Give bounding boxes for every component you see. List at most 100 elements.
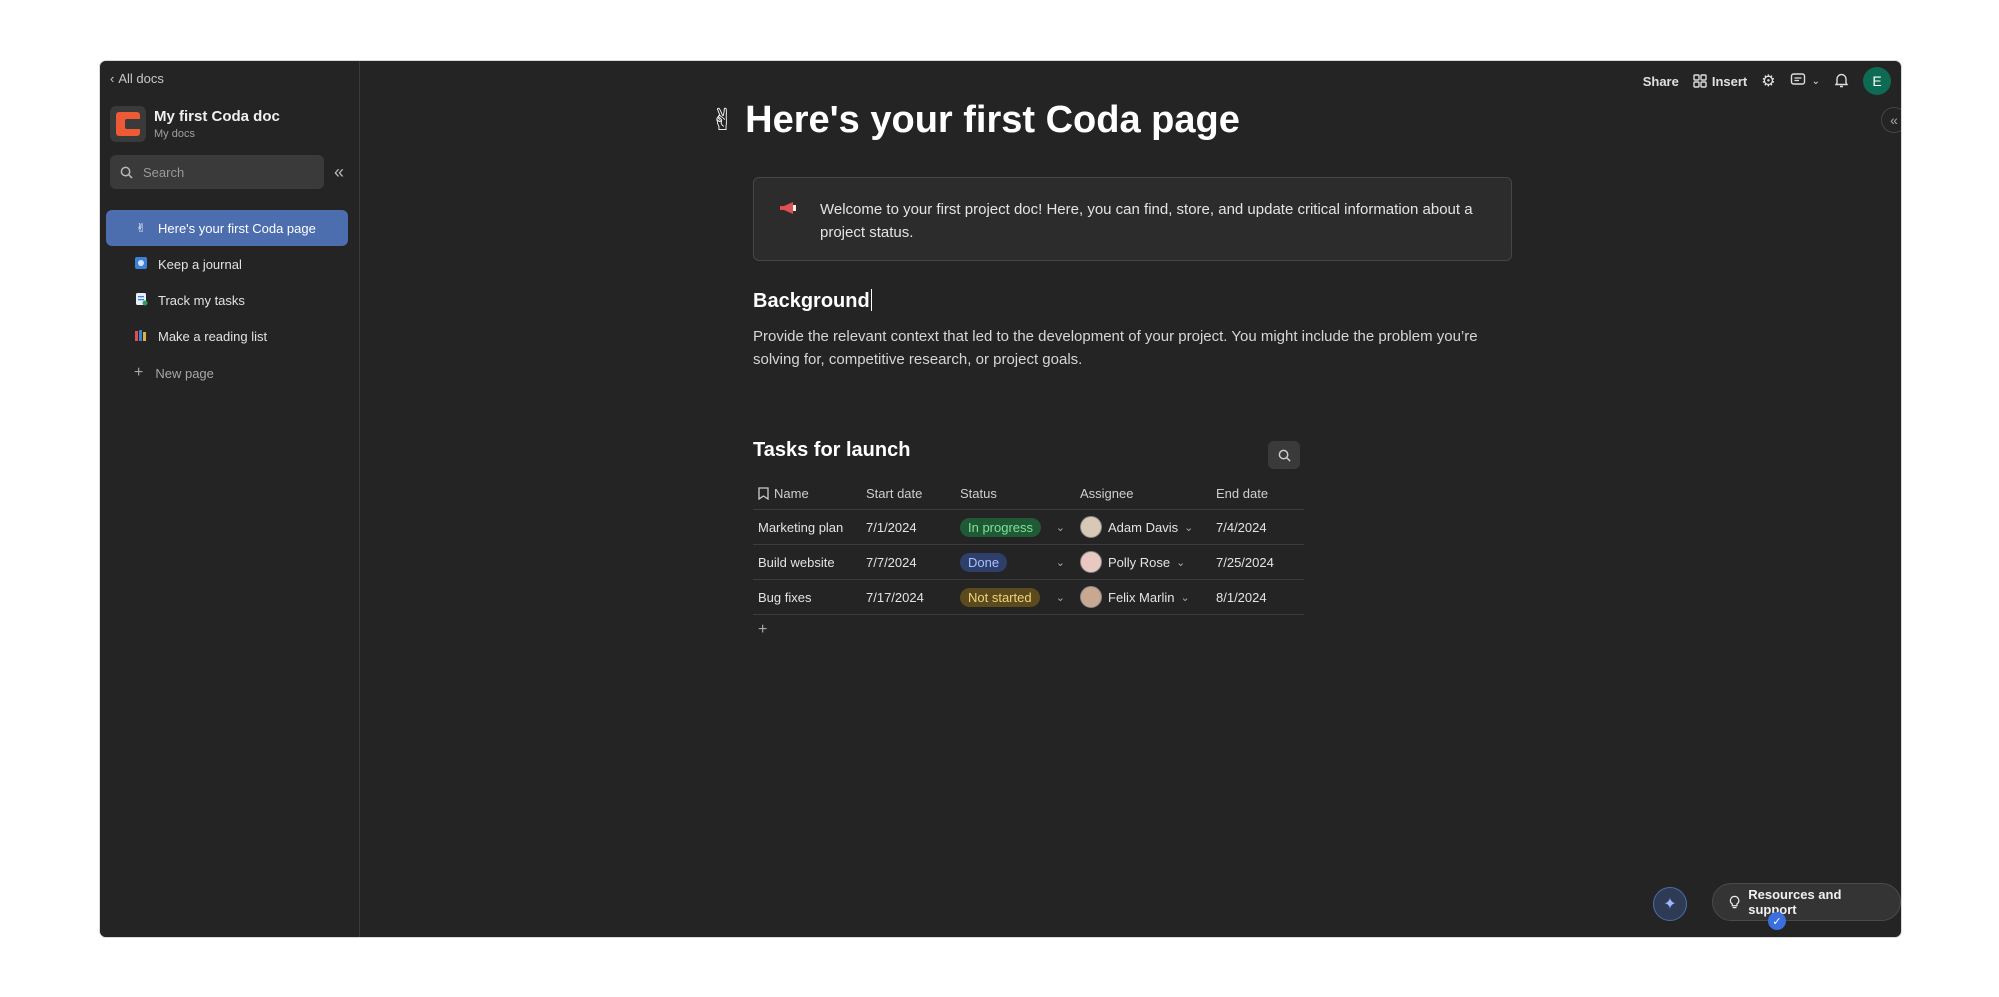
share-button[interactable]: Share	[1643, 74, 1679, 89]
victory-hand-icon: ✌	[135, 221, 147, 235]
column-header-name[interactable]: Name	[753, 486, 861, 501]
chevron-down-icon[interactable]: ⌄	[1176, 556, 1185, 569]
lightbulb-icon	[1729, 895, 1740, 909]
sidebar-item-label: Keep a journal	[158, 256, 242, 272]
share-label: Share	[1642, 73, 1679, 89]
doc-header[interactable]: My first Coda doc My docs	[110, 106, 280, 142]
sidebar-item-label: Here's your first Coda page	[158, 220, 316, 236]
search-icon	[1278, 449, 1291, 462]
doc-title: My first Coda doc	[154, 108, 280, 125]
chevron-down-icon[interactable]: ⌄	[1056, 556, 1065, 569]
sidebar-item-first-page[interactable]: ✌ Here's your first Coda page	[106, 210, 348, 246]
column-header-end-date[interactable]: End date	[1211, 486, 1304, 501]
table-search-button[interactable]	[1268, 441, 1300, 469]
chevron-down-icon[interactable]: ⌄	[1180, 591, 1189, 604]
sparkle-icon: ✦	[1663, 896, 1677, 913]
column-label: Name	[774, 486, 809, 501]
table-row[interactable]: Marketing plan 7/1/2024 In progress ⌄ Ad…	[753, 510, 1304, 545]
ai-sparkle-button[interactable]: ✦	[1653, 887, 1687, 921]
sidebar-item-reading-list[interactable]: Make a reading list	[106, 318, 348, 354]
cell-start-date[interactable]: 7/1/2024	[861, 520, 955, 535]
chevron-down-icon[interactable]: ⌄	[1184, 521, 1193, 534]
collapse-sidebar-icon[interactable]: «	[334, 162, 344, 183]
cell-start-date[interactable]: 7/17/2024	[861, 590, 955, 605]
top-toolbar: Share Insert ⚙ ⌄ E	[1643, 61, 1901, 101]
table-row[interactable]: Build website 7/7/2024 Done ⌄ Polly Rose…	[753, 545, 1304, 580]
chevron-down-icon[interactable]: ⌄	[1056, 591, 1065, 604]
resources-label: Resources and support	[1748, 887, 1842, 917]
document-icon	[134, 292, 148, 309]
column-header-status[interactable]: Status	[955, 486, 1075, 501]
cell-end-date[interactable]: 7/4/2024	[1211, 520, 1304, 535]
all-docs-label: All docs	[118, 71, 164, 86]
sidebar-item-tasks[interactable]: Track my tasks	[106, 282, 348, 318]
table-row[interactable]: Bug fixes 7/17/2024 Not started ⌄ Felix …	[753, 580, 1304, 615]
all-docs-link[interactable]: ‹ All docs	[110, 71, 164, 86]
status-badge: In progress	[960, 517, 1042, 537]
background-heading[interactable]: Background	[753, 289, 872, 313]
comment-icon[interactable]	[1790, 72, 1806, 91]
tasks-table: Name Start date Status Assignee End date…	[753, 478, 1304, 645]
bell-icon[interactable]	[1834, 72, 1849, 91]
cell-status[interactable]: Not started ⌄	[955, 587, 1075, 607]
tasks-heading: Tasks for launch	[753, 439, 911, 461]
callout-text: Welcome to your first project doc! Here,…	[820, 201, 1473, 241]
background-paragraph[interactable]: Provide the relevant context that led to…	[753, 325, 1513, 371]
assignee-name: Polly Rose	[1108, 554, 1171, 570]
text-cursor	[870, 289, 872, 311]
gear-icon[interactable]: ⚙	[1761, 71, 1775, 91]
sidebar: ‹ All docs My first Coda doc My docs Sea…	[100, 61, 360, 937]
cell-name[interactable]: Marketing plan	[753, 520, 861, 535]
search-icon	[120, 166, 133, 179]
megaphone-icon	[778, 200, 798, 223]
search-placeholder: Search	[143, 164, 185, 180]
cell-name[interactable]: Bug fixes	[753, 590, 861, 605]
cell-assignee[interactable]: Adam Davis ⌄	[1075, 516, 1211, 538]
background-heading-text: Background	[753, 290, 870, 312]
chevron-left-icon: ‹	[110, 71, 115, 86]
cell-end-date[interactable]: 7/25/2024	[1211, 555, 1304, 570]
table-header: Name Start date Status Assignee End date	[753, 478, 1304, 510]
chevron-down-icon[interactable]: ⌄	[1812, 76, 1820, 87]
resources-button[interactable]: Resources and support	[1712, 883, 1901, 921]
app-window: ‹ All docs My first Coda doc My docs Sea…	[100, 61, 1901, 937]
insert-button[interactable]: Insert	[1693, 74, 1747, 89]
chevron-down-icon[interactable]: ⌄	[1056, 521, 1065, 534]
search-input[interactable]: Search	[110, 155, 324, 189]
avatar	[1080, 516, 1102, 538]
avatar	[1080, 586, 1102, 608]
journal-icon	[134, 256, 148, 273]
cell-end-date[interactable]: 8/1/2024	[1211, 590, 1304, 605]
cell-status[interactable]: In progress ⌄	[955, 517, 1075, 537]
grid-icon	[1693, 74, 1707, 88]
callout-box[interactable]: Welcome to your first project doc! Here,…	[753, 177, 1512, 261]
status-badge: Not started	[960, 587, 1040, 607]
cell-status[interactable]: Done ⌄	[955, 552, 1075, 572]
cell-name[interactable]: Build website	[753, 555, 861, 570]
plus-icon: +	[134, 364, 144, 381]
doc-subtitle: My docs	[154, 128, 195, 140]
status-badge: Done	[960, 552, 1008, 572]
plus-icon: +	[758, 621, 768, 638]
page-title-text: Here's your first Coda page	[745, 99, 1240, 141]
coda-logo-icon	[110, 106, 146, 142]
sidebar-item-label: Make a reading list	[158, 328, 268, 344]
user-avatar[interactable]: E	[1863, 67, 1891, 95]
victory-hand-icon: ✌	[710, 104, 736, 137]
assignee-name: Adam Davis	[1108, 519, 1179, 535]
column-header-assignee[interactable]: Assignee	[1075, 486, 1211, 501]
cell-start-date[interactable]: 7/7/2024	[861, 555, 955, 570]
column-header-start-date[interactable]: Start date	[861, 486, 955, 501]
add-row-button[interactable]: +	[753, 615, 1304, 645]
page-title: ✌ Here's your first Coda page	[710, 99, 1240, 142]
check-badge-icon: ✓	[1768, 912, 1786, 930]
collapse-panel-icon[interactable]: «	[1881, 107, 1901, 133]
sidebar-item-label: Track my tasks	[158, 292, 245, 308]
avatar	[1080, 551, 1102, 573]
assignee-name: Felix Marlin	[1108, 589, 1175, 605]
sidebar-item-journal[interactable]: Keep a journal	[106, 246, 348, 282]
cell-assignee[interactable]: Polly Rose ⌄	[1075, 551, 1211, 573]
books-icon	[134, 328, 148, 345]
cell-assignee[interactable]: Felix Marlin ⌄	[1075, 586, 1211, 608]
new-page-button[interactable]: + New page	[106, 354, 348, 392]
